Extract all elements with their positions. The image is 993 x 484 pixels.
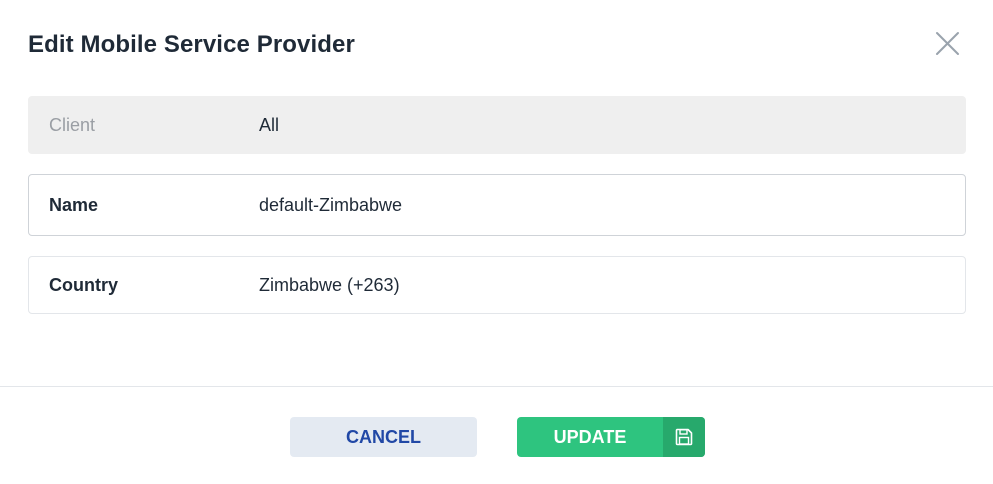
name-field[interactable]: Name default-Zimbabwe xyxy=(28,174,966,236)
country-field[interactable]: Country Zimbabwe (+263) xyxy=(28,256,966,314)
client-field: Client All xyxy=(28,96,966,154)
save-icon xyxy=(663,417,705,457)
name-label: Name xyxy=(49,194,99,215)
client-value: All xyxy=(259,114,280,135)
update-button[interactable]: UPDATE xyxy=(517,417,705,457)
name-input[interactable]: default-Zimbabwe xyxy=(259,195,402,216)
country-label: Country xyxy=(49,274,118,295)
dialog-title: Edit Mobile Service Provider xyxy=(28,31,355,58)
close-button[interactable] xyxy=(932,29,962,59)
close-icon xyxy=(936,32,959,55)
client-label: Client xyxy=(49,114,96,135)
footer-divider xyxy=(0,386,993,387)
update-button-label: UPDATE xyxy=(553,426,627,447)
country-select[interactable]: Zimbabwe (+263) xyxy=(259,275,400,296)
cancel-button[interactable]: CANCEL xyxy=(290,417,477,457)
edit-provider-dialog: Edit Mobile Service Provider Client All … xyxy=(0,0,993,484)
